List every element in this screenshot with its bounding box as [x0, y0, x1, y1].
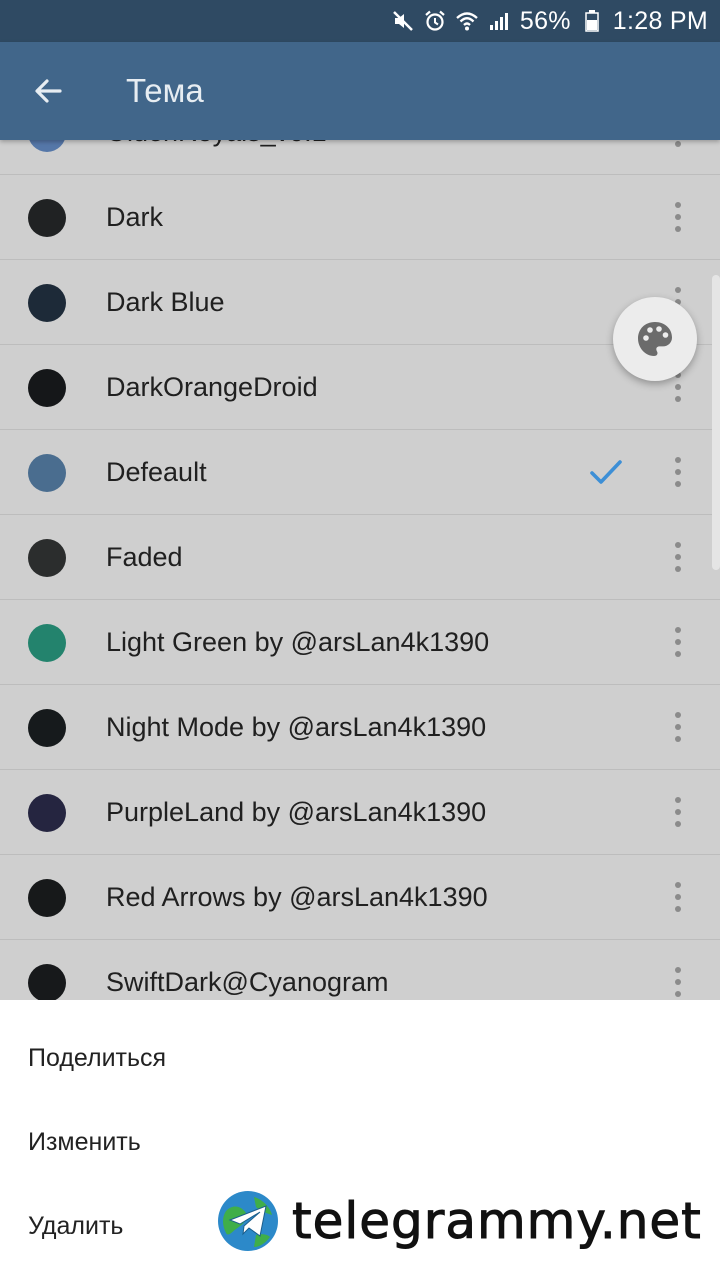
- theme-name: OldenRoyals_v0.1: [106, 140, 327, 175]
- clock: 1:28 PM: [612, 6, 708, 35]
- theme-name: Night Mode by @arsLan4k1390: [106, 712, 487, 742]
- theme-row[interactable]: Defeault: [0, 430, 720, 515]
- theme-color-dot: [28, 199, 66, 237]
- theme-row[interactable]: DarkOrangeDroid: [0, 345, 720, 430]
- theme-name: Dark: [106, 202, 164, 232]
- app-bar: Тема: [0, 42, 720, 140]
- wifi-icon: [456, 10, 478, 32]
- theme-row[interactable]: SwiftDark@Cyanogram: [0, 940, 720, 1000]
- more-vert-icon[interactable]: [662, 535, 694, 579]
- theme-row[interactable]: Night Mode by @arsLan4k1390: [0, 685, 720, 770]
- more-vert-icon[interactable]: [662, 875, 694, 919]
- more-vert-icon[interactable]: [662, 450, 694, 494]
- theme-color-dot: [28, 539, 66, 577]
- more-vert-icon[interactable]: [662, 705, 694, 749]
- mute-icon: [392, 10, 414, 32]
- theme-color-dot: [28, 369, 66, 407]
- theme-color-dot: [28, 454, 66, 492]
- theme-name: Red Arrows by @arsLan4k1390: [106, 882, 488, 912]
- theme-color-dot: [28, 140, 66, 152]
- theme-name: PurpleLand by @arsLan4k1390: [106, 797, 487, 827]
- page-title: Тема: [126, 72, 204, 109]
- more-vert-icon[interactable]: [662, 195, 694, 239]
- theme-name: Dark Blue: [106, 287, 225, 317]
- theme-color-dot: [28, 964, 66, 1000]
- checkmark-icon: [590, 460, 622, 484]
- theme-row[interactable]: OldenRoyals_v0.1: [0, 140, 720, 175]
- theme-color-dot: [28, 709, 66, 747]
- theme-list[interactable]: OldenRoyals_v0.1 Dark Dark Blue DarkOran…: [0, 140, 720, 1000]
- theme-color-dot: [28, 284, 66, 322]
- back-button[interactable]: [0, 42, 96, 140]
- theme-name: Faded: [106, 542, 183, 572]
- alarm-icon: [424, 10, 446, 32]
- edit-menu-item[interactable]: Изменить: [0, 1100, 720, 1184]
- more-vert-icon[interactable]: [662, 140, 694, 154]
- arrow-left-icon: [35, 79, 62, 103]
- share-menu-item[interactable]: Поделиться: [0, 1016, 720, 1100]
- scrollbar[interactable]: [712, 275, 720, 570]
- more-vert-icon[interactable]: [662, 960, 694, 1000]
- theme-color-dot: [28, 794, 66, 832]
- theme-name: Light Green by @arsLan4k1390: [106, 627, 490, 657]
- palette-icon: [638, 322, 672, 356]
- theme-row[interactable]: Faded: [0, 515, 720, 600]
- theme-row[interactable]: Dark: [0, 175, 720, 260]
- theme-color-dot: [28, 879, 66, 917]
- theme-name: Defeault: [106, 457, 207, 487]
- create-theme-button[interactable]: [613, 297, 697, 381]
- theme-row[interactable]: Light Green by @arsLan4k1390: [0, 600, 720, 685]
- more-vert-icon[interactable]: [662, 790, 694, 834]
- watermark-text: telegrammy.net: [292, 1192, 702, 1251]
- theme-row[interactable]: Red Arrows by @arsLan4k1390: [0, 855, 720, 940]
- telegram-globe-icon: [218, 1191, 278, 1251]
- status-bar: 56% 1:28 PM: [0, 0, 720, 42]
- battery-percent: 56%: [519, 6, 571, 35]
- theme-name: SwiftDark@Cyanogram: [106, 967, 389, 997]
- theme-color-dot: [28, 624, 66, 662]
- watermark: telegrammy.net: [216, 1186, 716, 1256]
- signal-icon: [488, 10, 510, 32]
- battery-icon: [581, 10, 603, 32]
- theme-row[interactable]: Dark Blue: [0, 260, 720, 345]
- theme-row[interactable]: PurpleLand by @arsLan4k1390: [0, 770, 720, 855]
- theme-name: DarkOrangeDroid: [106, 372, 318, 402]
- more-vert-icon[interactable]: [662, 620, 694, 664]
